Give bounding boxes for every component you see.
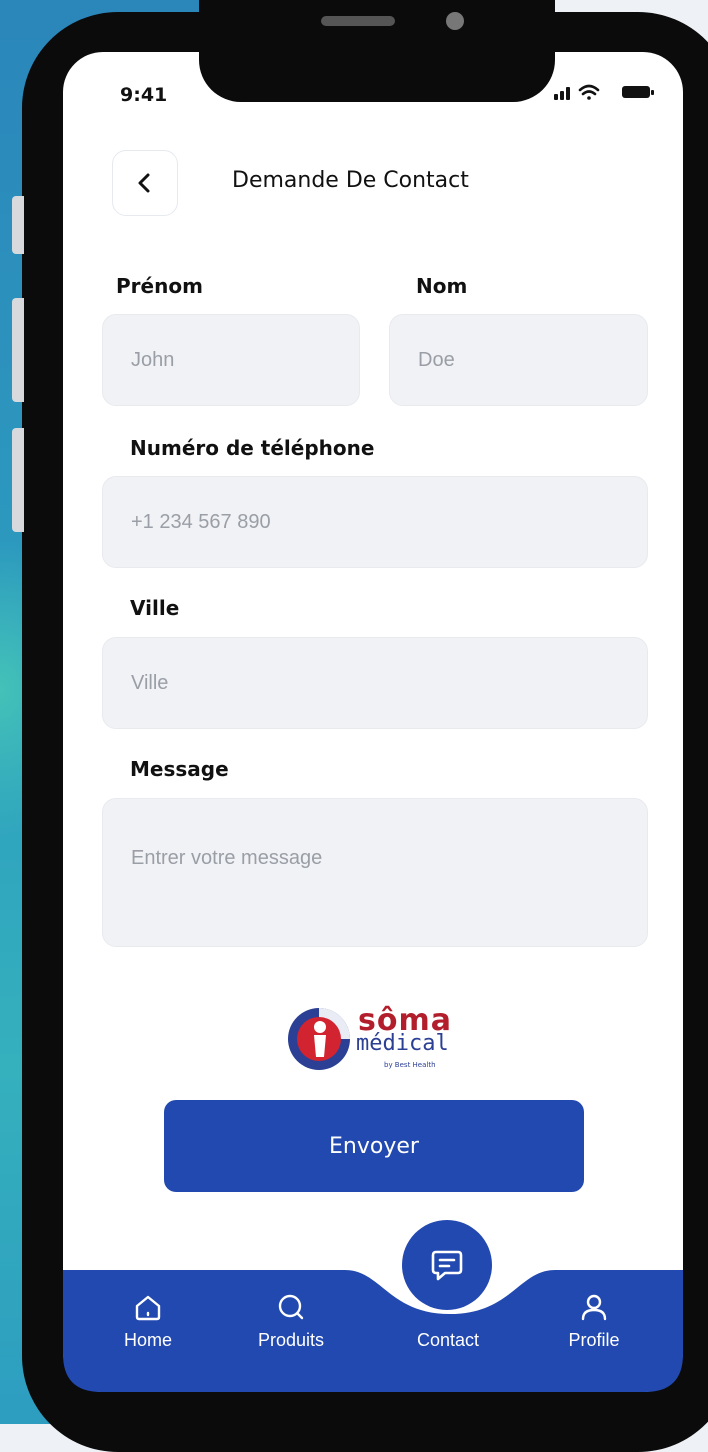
user-icon	[581, 1294, 607, 1321]
signal-icon	[554, 87, 570, 100]
city-field[interactable]: Ville	[102, 637, 648, 729]
logo-mark	[288, 1008, 350, 1070]
phone-notch	[199, 0, 555, 102]
message-textarea[interactable]: Entrer votre message	[102, 798, 648, 947]
page-title: Demande De Contact	[232, 168, 469, 193]
phone-field[interactable]: +1 234 567 890	[102, 476, 648, 568]
tab-profile[interactable]: Profile	[556, 1292, 632, 1351]
phone-side-button	[12, 298, 24, 402]
home-icon	[135, 1295, 161, 1321]
tab-contact[interactable]: Contact	[400, 1322, 496, 1351]
city-label: Ville	[130, 596, 180, 620]
last-name-field[interactable]: Doe	[389, 314, 648, 406]
first-name-label: Prénom	[116, 274, 203, 298]
tab-label: Home	[123, 1330, 172, 1350]
first-name-field[interactable]: John	[102, 314, 360, 406]
soma-medical-logo: sôma médical by Best Health	[286, 1003, 476, 1075]
chat-icon	[431, 1250, 463, 1281]
tab-label: Produits	[257, 1330, 325, 1350]
logo-text-tagline: by Best Health	[384, 1061, 436, 1069]
message-label: Message	[130, 757, 229, 781]
chevron-left-icon	[138, 173, 150, 193]
speaker	[321, 16, 395, 26]
logo-text-medical: médical	[356, 1031, 449, 1056]
last-name-label: Nom	[416, 274, 468, 298]
back-button[interactable]	[112, 150, 178, 216]
phone-side-button	[12, 196, 24, 254]
phone-side-button	[12, 428, 24, 532]
tab-label: Profile	[568, 1330, 620, 1350]
tab-label: Contact	[416, 1330, 480, 1350]
phone-label: Numéro de téléphone	[130, 436, 375, 460]
tab-home[interactable]: Home	[118, 1292, 178, 1351]
battery-icon	[622, 86, 654, 98]
contact-fab[interactable]	[402, 1220, 492, 1310]
camera	[446, 12, 464, 30]
status-time: 9:41	[120, 84, 168, 106]
search-icon	[278, 1294, 304, 1320]
status-icons	[554, 84, 654, 100]
send-button[interactable]: Envoyer	[164, 1100, 584, 1192]
tab-products[interactable]: Produits	[245, 1292, 337, 1351]
wifi-icon	[578, 84, 600, 100]
